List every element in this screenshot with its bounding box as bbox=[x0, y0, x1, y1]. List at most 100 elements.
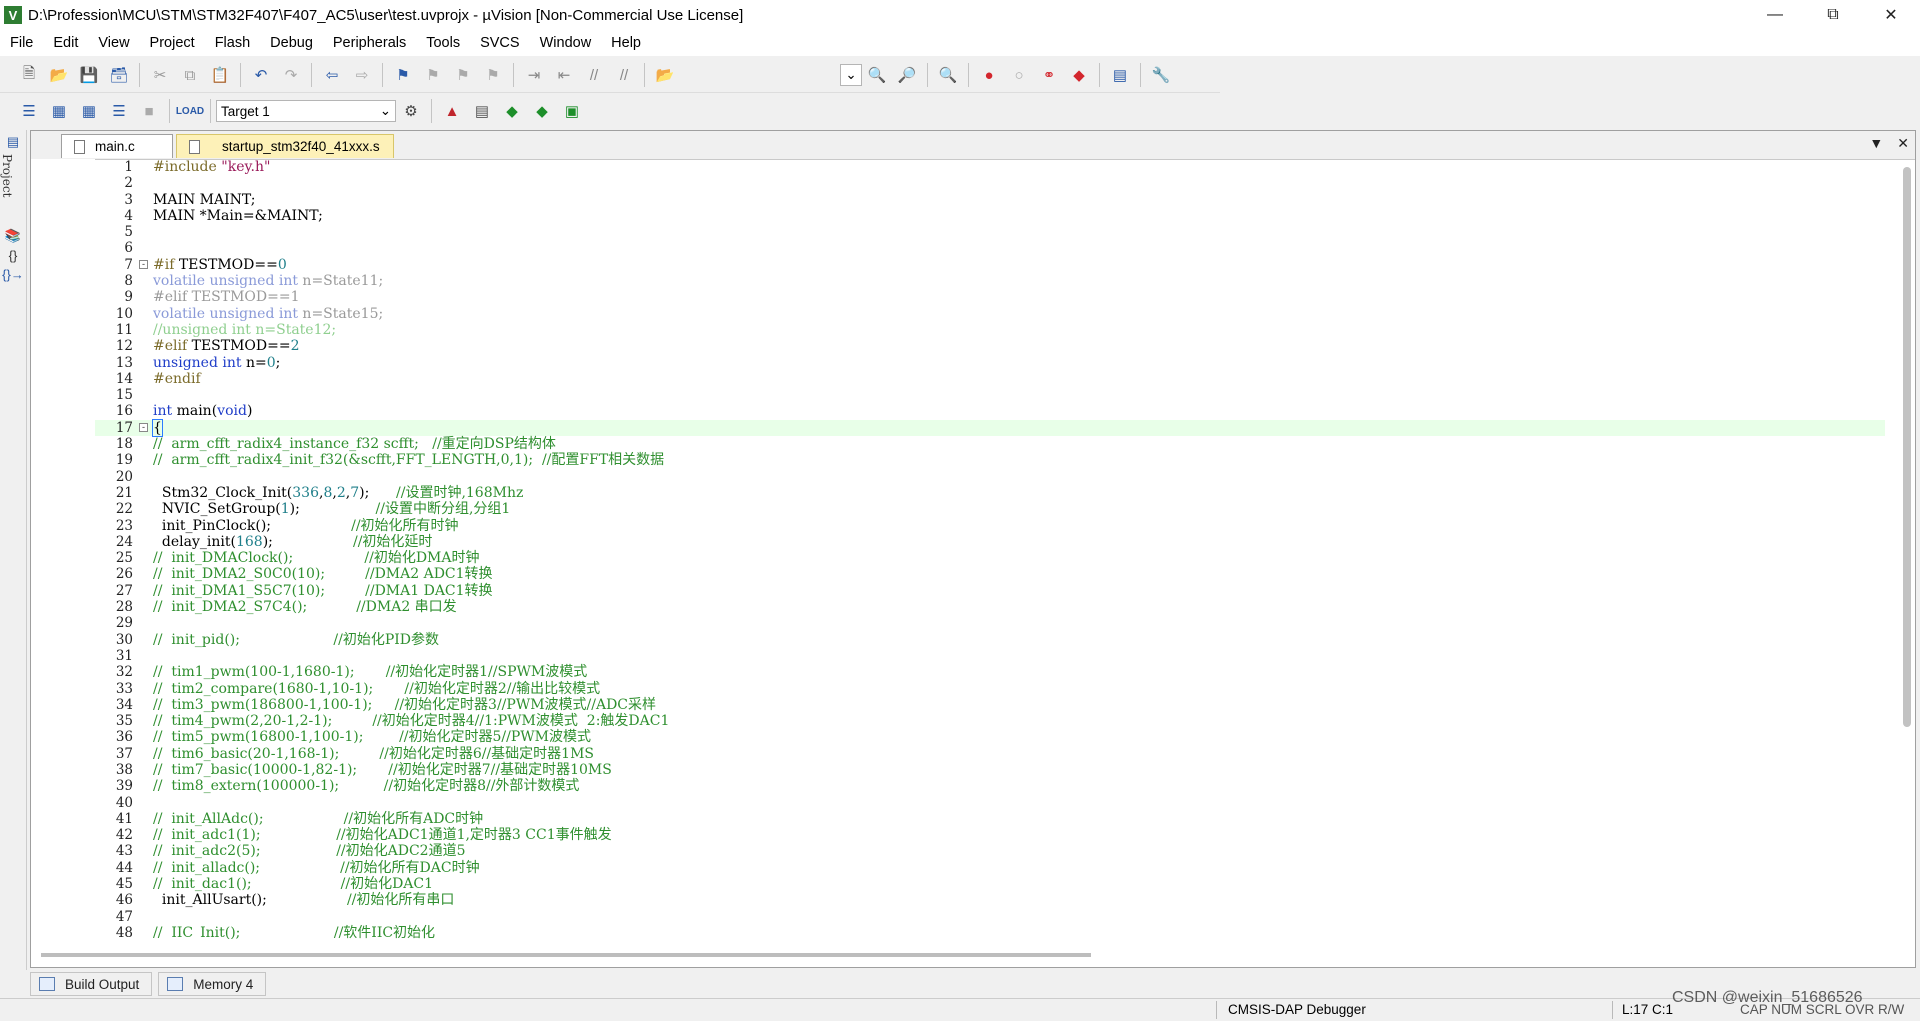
code-line[interactable]: 27 // init_DMA1_S5C7(10); //DMA1 DAC1转换 bbox=[95, 583, 1885, 599]
menu-peripherals[interactable]: Peripherals bbox=[323, 35, 416, 51]
code-line[interactable]: 13 unsigned int n=0; bbox=[95, 355, 1885, 371]
templates-icon[interactable]: {}→ bbox=[2, 267, 24, 282]
download-icon[interactable]: LOAD bbox=[176, 99, 204, 123]
code-line[interactable]: 25 // init_DMAClock(); //初始化DMA时钟 bbox=[95, 550, 1885, 566]
code-line[interactable]: 2 bbox=[95, 175, 1885, 191]
kill-breakpoints-icon[interactable]: ◆ bbox=[1067, 63, 1091, 87]
code-line[interactable]: 28 // init_DMA2_S7C4(); //DMA2 串口发 bbox=[95, 599, 1885, 615]
menu-tools[interactable]: Tools bbox=[416, 35, 470, 51]
bookmark-icon[interactable]: ⚑ bbox=[391, 63, 415, 87]
pack-installer-icon[interactable]: ◆ bbox=[530, 99, 554, 123]
code-line[interactable]: 21 Stm32_Clock_Init(336,8,2,7); //设置时钟,1… bbox=[95, 485, 1885, 501]
incremental-find-icon[interactable]: 🔎 bbox=[895, 63, 919, 87]
indent-icon[interactable]: ⇥ bbox=[522, 63, 546, 87]
disable-breakpoint-icon[interactable]: ○ bbox=[1007, 63, 1031, 87]
code-line[interactable]: 16 int main(void) bbox=[95, 403, 1885, 419]
code-line[interactable]: 17-{ bbox=[95, 418, 1885, 437]
code-line[interactable]: 44 // init_alladc(); //初始化所有DAC时钟 bbox=[95, 860, 1885, 876]
code-line[interactable]: 42 // init_adc1(1); //初始化ADC1通道1,定时器3 CC1… bbox=[95, 827, 1885, 843]
code-line[interactable]: 32 // tim1_pwm(100-1,1680-1); //初始化定时器1//… bbox=[95, 664, 1885, 680]
menu-window[interactable]: Window bbox=[530, 35, 602, 51]
code-line[interactable]: 7- #if TESTMOD==0 bbox=[95, 257, 1885, 273]
navigate-forward-icon[interactable]: ⇨ bbox=[350, 63, 374, 87]
paste-icon[interactable]: 📋 bbox=[208, 63, 232, 87]
code-line[interactable]: 18 // arm_cfft_radix4_instance_f32 scfft;… bbox=[95, 436, 1885, 452]
navigate-back-icon[interactable]: ⇦ bbox=[320, 63, 344, 87]
undo-icon[interactable]: ↶ bbox=[249, 63, 273, 87]
menu-project[interactable]: Project bbox=[140, 35, 205, 51]
menu-file[interactable]: File bbox=[0, 35, 43, 51]
code-line[interactable]: 10 volatile unsigned int n=State15; bbox=[95, 306, 1885, 322]
prev-bookmark-icon[interactable]: ⚑ bbox=[421, 63, 445, 87]
menu-debug[interactable]: Debug bbox=[260, 35, 323, 51]
minimize-button[interactable]: — bbox=[1746, 0, 1804, 30]
tab-memory-4[interactable]: Memory 4 bbox=[158, 972, 267, 996]
code-line[interactable]: 15 bbox=[95, 387, 1885, 403]
target-select[interactable]: Target 1 ⌄ bbox=[216, 100, 396, 122]
new-file-icon[interactable]: 🗎 bbox=[17, 63, 41, 87]
uncomment-icon[interactable]: // bbox=[612, 63, 636, 87]
code-line[interactable]: 36 // tim5_pwm(16800-1,100-1); //初始化定时器5/… bbox=[95, 729, 1885, 745]
debug-session-icon[interactable]: 🔍 bbox=[936, 63, 960, 87]
menu-view[interactable]: View bbox=[88, 35, 139, 51]
project-window-icon[interactable]: ▤ bbox=[2, 134, 24, 150]
code-line[interactable]: 34 // tim3_pwm(186800-1,100-1); //初始化定时器3… bbox=[95, 697, 1885, 713]
select-packs-icon[interactable]: ▣ bbox=[560, 99, 584, 123]
code-line[interactable]: 40 bbox=[95, 795, 1885, 811]
code-line[interactable]: 14 #endif bbox=[95, 371, 1885, 387]
horizontal-scrollbar[interactable] bbox=[41, 953, 1091, 957]
code-line[interactable]: 9 #elif TESTMOD==1 bbox=[95, 289, 1885, 305]
code-line[interactable]: 6 bbox=[95, 240, 1885, 256]
code-line[interactable]: 24 delay_init(168); //初始化延时 bbox=[95, 534, 1885, 550]
code-line[interactable]: 22 NVIC_SetGroup(1); //设置中断分组,分组1 bbox=[95, 501, 1885, 517]
redo-icon[interactable]: ↷ bbox=[279, 63, 303, 87]
code-line[interactable]: 31 bbox=[95, 648, 1885, 664]
menu-flash[interactable]: Flash bbox=[205, 35, 260, 51]
find-in-files-icon[interactable]: 📂 bbox=[653, 63, 677, 87]
save-icon[interactable]: 💾 bbox=[77, 63, 101, 87]
tab-main-c[interactable]: main.c bbox=[61, 134, 173, 158]
batch-build-icon[interactable]: ☰ bbox=[107, 99, 131, 123]
file-extensions-icon[interactable]: ▤ bbox=[470, 99, 494, 123]
code-line[interactable]: 30 // init_pid(); //初始化PID参数 bbox=[95, 632, 1885, 648]
code-line[interactable]: 46 init_AllUsart(); //初始化所有串口 bbox=[95, 892, 1885, 908]
code-line[interactable]: 48 // IIC_Init(); //软件IIC初始化 bbox=[95, 925, 1885, 939]
build-icon[interactable]: ▦ bbox=[47, 99, 71, 123]
find-icon[interactable]: 🔍 bbox=[865, 63, 889, 87]
books-icon[interactable]: 📚 bbox=[2, 228, 24, 244]
code-line[interactable]: 41 // init_AllAdc(); //初始化所有ADC时钟 bbox=[95, 811, 1885, 827]
code-line[interactable]: 45 // init_dac1(); //初始化DAC1 bbox=[95, 876, 1885, 892]
code-line[interactable]: 11 //unsigned int n=State12; bbox=[95, 322, 1885, 338]
fold-toggle-icon[interactable]: - bbox=[139, 422, 148, 432]
code-line[interactable]: 37 // tim6_basic(20-1,168-1); //初始化定时器6//… bbox=[95, 746, 1885, 762]
project-window-tab[interactable]: Project bbox=[0, 154, 14, 224]
code-line[interactable]: 1 #include "key.h" bbox=[95, 159, 1885, 175]
save-all-icon[interactable]: 🗃 bbox=[107, 63, 131, 87]
cut-icon[interactable]: ✂ bbox=[148, 63, 172, 87]
menu-edit[interactable]: Edit bbox=[43, 35, 88, 51]
code-line[interactable]: 3 MAIN MAINT; bbox=[95, 192, 1885, 208]
copy-icon[interactable]: ⧉ bbox=[178, 63, 202, 87]
disable-all-breakpoints-icon[interactable]: ⚭ bbox=[1037, 63, 1061, 87]
tab-build-output[interactable]: Build Output bbox=[30, 972, 153, 996]
code-line[interactable]: 43 // init_adc2(5); //初始化ADC2通道5 bbox=[95, 843, 1885, 859]
stop-build-icon[interactable]: ■ bbox=[137, 99, 161, 123]
code-line[interactable]: 39 // tim8_extern(100000-1); //初始化定时器8//外… bbox=[95, 778, 1885, 794]
code-line[interactable]: 47 bbox=[95, 909, 1885, 925]
manage-project-items-icon[interactable]: ▲ bbox=[440, 99, 464, 123]
translate-icon[interactable]: ☰ bbox=[17, 99, 41, 123]
manage-run-time-icon[interactable]: ◆ bbox=[500, 99, 524, 123]
close-tab-icon[interactable]: ✕ bbox=[1897, 135, 1909, 152]
menu-help[interactable]: Help bbox=[601, 35, 651, 51]
code-line[interactable]: 29 bbox=[95, 615, 1885, 631]
fold-toggle-icon[interactable]: - bbox=[139, 259, 148, 269]
target-options-icon[interactable]: ⚙ bbox=[399, 99, 423, 123]
code-line[interactable]: 33 // tim2_compare(1680-1,10-1); //初始化定时器… bbox=[95, 681, 1885, 697]
insert-breakpoint-icon[interactable]: ● bbox=[977, 63, 1001, 87]
configure-icon[interactable]: 🔧 bbox=[1149, 63, 1173, 87]
code-line[interactable]: 23 init_PinClock(); //初始化所有时钟 bbox=[95, 518, 1885, 534]
code-line[interactable]: 19 // arm_cfft_radix4_init_f32(&scfft,FFT… bbox=[95, 452, 1885, 468]
code-line[interactable]: 26 // init_DMA2_S0C0(10); //DMA2 ADC1转换 bbox=[95, 566, 1885, 582]
close-button[interactable]: ✕ bbox=[1862, 0, 1920, 30]
next-bookmark-icon[interactable]: ⚑ bbox=[451, 63, 475, 87]
